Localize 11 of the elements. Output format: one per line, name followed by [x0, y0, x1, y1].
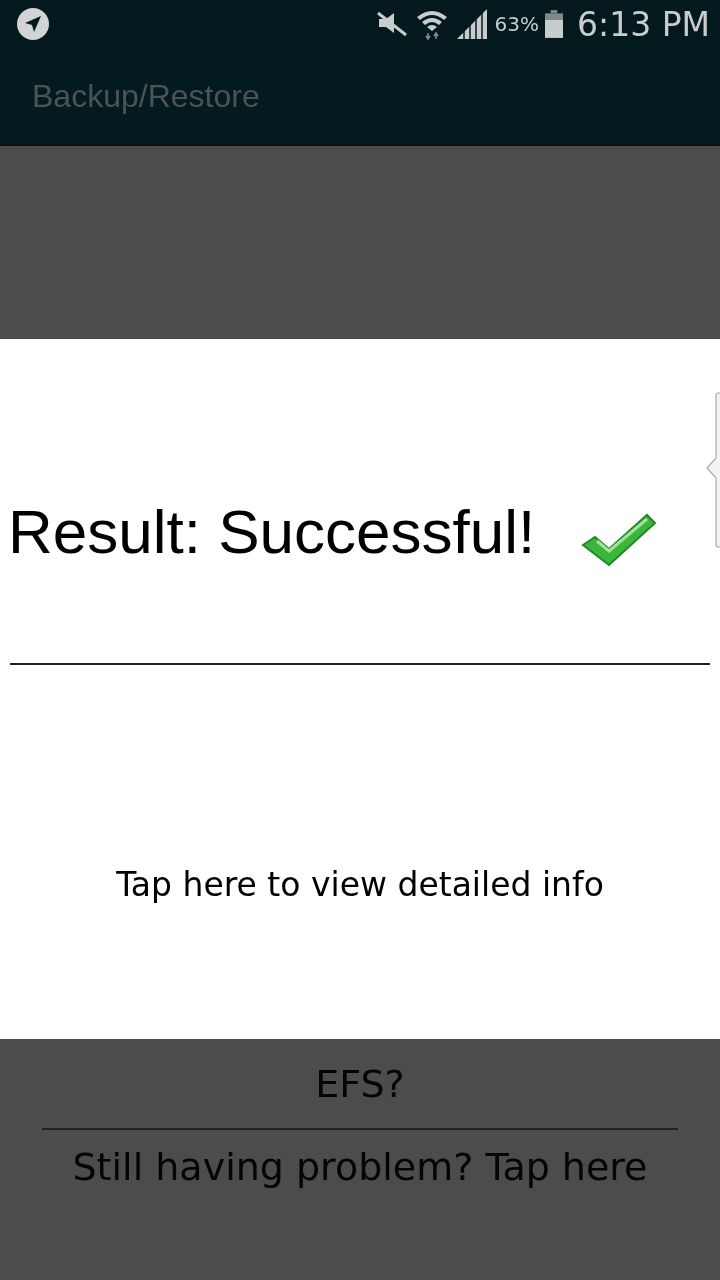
faq-link[interactable]: Still having problem? Tap here — [20, 1129, 700, 1210]
detail-link[interactable]: Tap here to view detailed info — [116, 865, 604, 904]
faq-link[interactable]: EFS? — [20, 1061, 700, 1128]
app-title: Backup/Restore — [32, 77, 260, 115]
result-title: Result: Successful! — [8, 495, 536, 567]
battery-icon — [545, 10, 564, 38]
drawer-handle[interactable] — [706, 392, 720, 548]
location-icon — [16, 7, 50, 41]
battery-percent: 63% — [494, 12, 540, 36]
clock: 6:13 PM — [577, 4, 710, 44]
checkmark-icon — [581, 511, 658, 567]
